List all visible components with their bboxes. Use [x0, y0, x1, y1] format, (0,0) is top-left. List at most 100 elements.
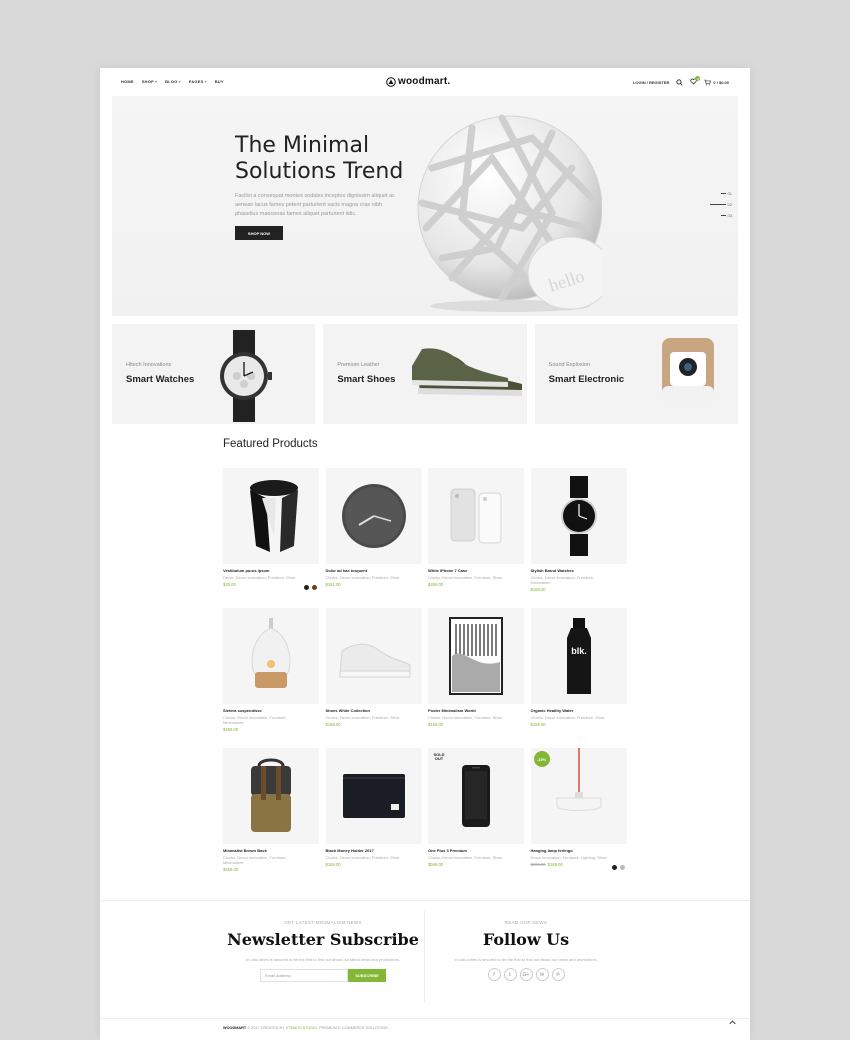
product-image[interactable]: blk.	[530, 608, 627, 704]
product-card[interactable]: Vestibulum purus ipsum Decor, Decor inno…	[223, 468, 319, 608]
newsletter-section: GET LATEST MINIMALISM NEWS Newsletter Su…	[223, 920, 423, 982]
slide-dot-1[interactable]: 01	[720, 191, 732, 196]
cart-icon	[704, 79, 712, 85]
product-categories: Clocks, Decor innovation, Furniture, Sho…	[325, 575, 400, 580]
dot-line	[720, 215, 726, 216]
money-holder-image	[342, 774, 405, 818]
swatch-grey[interactable]	[619, 865, 625, 870]
product-name[interactable]: Black Money Holder 2017	[326, 848, 422, 853]
product-name[interactable]: Poster Minimalism World	[428, 708, 524, 713]
product-card[interactable]: Black Money Holder 2017 Clocks, Decor in…	[325, 748, 422, 888]
bottle-brand-text: blk.	[571, 646, 587, 656]
pinterest-icon[interactable]: ℗	[551, 968, 565, 981]
product-card[interactable]: Minimalist Brown Back Clocks, Decor inno…	[223, 748, 319, 888]
product-card[interactable]: Poster Minimalism World Clocks, Decor in…	[428, 608, 524, 748]
login-register-link[interactable]: LOGIN / REGISTER	[633, 80, 669, 85]
product-name[interactable]: Minimalist Brown Back	[223, 848, 319, 853]
header-actions: LOGIN / REGISTER 0 0 / $0.00	[633, 76, 729, 86]
cart-total: 0 / $0.00	[713, 79, 729, 85]
product-price: $159.00	[530, 587, 546, 592]
product-price: $459.00	[223, 867, 239, 872]
category-card-watches[interactable]: Hitech Innovations Smart Watches	[112, 324, 316, 424]
facebook-icon[interactable]: f	[487, 968, 501, 981]
search-icon[interactable]	[676, 78, 684, 86]
product-name[interactable]: Organic Healthy Water	[531, 708, 627, 713]
glass-lamp-image	[251, 618, 291, 688]
product-price: $169.00	[547, 862, 563, 867]
twitter-icon[interactable]: t	[503, 968, 517, 981]
nav-item-shop[interactable]: SHOP▾	[142, 79, 157, 84]
category-card-shoes[interactable]: Premium Leather Smart Shoes	[323, 324, 527, 424]
product-categories: Clocks, Decor innovation, Furniture, Sho…	[325, 855, 400, 860]
swatch-black[interactable]	[611, 865, 617, 870]
scroll-to-top-button[interactable]	[729, 1020, 736, 1027]
email-field[interactable]: Email Address	[260, 969, 348, 982]
product-name[interactable]: Vestibulum purus ipsum	[223, 568, 319, 573]
water-bottle-image: blk.	[566, 618, 591, 694]
smartphone-image	[462, 765, 490, 827]
product-name[interactable]: White iPhone 7 Case	[428, 568, 524, 573]
follow-pretitle: READ OUR NEWS	[504, 920, 548, 925]
product-card[interactable]: SOLD OUT One Plus 3 Premium Clocks, Deco…	[428, 748, 524, 888]
email-icon[interactable]: ✉	[535, 968, 549, 981]
chevron-down-icon: ▾	[204, 79, 207, 84]
hero-title: The Minimal Solutions Trend	[235, 133, 404, 184]
cart-button[interactable]: 0 / $0.00	[704, 79, 729, 86]
footer-studio-link[interactable]: XTEMOS STUDIO	[286, 1026, 317, 1030]
product-card[interactable]: Stylish Brand Watches Clocks, Decor inno…	[530, 468, 627, 608]
nav-item-buy[interactable]: BUY	[215, 79, 224, 84]
product-name[interactable]: Hanging lamp ferlingo	[531, 848, 627, 853]
product-image[interactable]	[325, 468, 422, 564]
dot-label: 02	[727, 202, 732, 207]
logo[interactable]: woodmart.	[386, 76, 450, 87]
subscribe-button[interactable]: SUBSCRIBE	[348, 969, 386, 982]
product-categories: Clocks, Decor innovation, Furniture, Min…	[530, 575, 595, 585]
newsletter-pretitle: GET LATEST MINIMALISM NEWS	[284, 920, 362, 925]
color-swatches	[304, 585, 317, 590]
product-image[interactable]	[530, 468, 627, 564]
swatch-black[interactable]	[304, 585, 309, 590]
product-card[interactable]: blk. Organic Healthy Water Clocks, Decor…	[530, 608, 627, 748]
category-subtitle: Sound Explosion	[548, 362, 590, 368]
social-links: f t G+ ✉ ℗	[426, 968, 626, 981]
product-card[interactable]: White iPhone 7 Case Clocks, Decor innova…	[428, 468, 524, 608]
product-card[interactable]: -15% Hanging lamp ferlingo Decor innovat…	[530, 748, 627, 888]
white-sneaker-image	[338, 643, 410, 678]
product-name[interactable]: Stylish Brand Watches	[531, 568, 627, 573]
backpack-image	[251, 758, 291, 832]
product-name[interactable]: Shoes White Collection	[326, 708, 422, 713]
swatch-brown[interactable]	[312, 585, 317, 590]
product-image[interactable]	[428, 468, 524, 564]
shop-now-button[interactable]: SHOP NOW	[235, 226, 283, 240]
wishlist-button[interactable]: 0	[690, 76, 701, 86]
product-name[interactable]: Dolor ad hac torquent	[326, 568, 422, 573]
nav-item-blog[interactable]: BLOG▾	[165, 79, 181, 84]
product-name[interactable]: One Plus 3 Premium	[428, 848, 524, 853]
nav-item-pages[interactable]: PAGES▾	[189, 79, 207, 84]
product-card[interactable]: Sletera suspendisse Clocks, Decor innova…	[223, 608, 319, 748]
slide-dot-2[interactable]: 02	[709, 202, 732, 207]
chevron-down-icon: ▾	[178, 79, 181, 84]
product-image[interactable]: -15%	[530, 748, 627, 844]
product-image[interactable]	[325, 748, 422, 844]
product-image[interactable]	[223, 608, 319, 704]
stool-image	[250, 480, 298, 552]
product-card[interactable]: Shoes White Collection Clocks, Decor inn…	[325, 608, 422, 748]
category-card-electronic[interactable]: Sound Explosion Smart Electronic	[534, 324, 738, 424]
nav-label: BUY	[214, 79, 224, 84]
product-image[interactable]	[223, 748, 319, 844]
product-name[interactable]: Sletera suspendisse	[223, 708, 319, 713]
decor-sphere-image: hello	[417, 114, 602, 312]
product-image[interactable]: SOLD OUT	[428, 748, 524, 844]
product-image[interactable]	[325, 608, 422, 704]
product-image[interactable]	[223, 468, 319, 564]
product-categories: Clocks, Decor innovation, Furniture, Min…	[223, 855, 287, 865]
old-price: $200.00	[530, 862, 546, 867]
product-image[interactable]	[428, 608, 524, 704]
dot-label: 03	[727, 213, 732, 218]
product-card[interactable]: Dolor ad hac torquent Clocks, Decor inno…	[325, 468, 422, 608]
slide-dot-3[interactable]: 03	[720, 213, 732, 218]
nav-item-home[interactable]: HOME	[121, 79, 134, 84]
shoes-image	[411, 348, 522, 396]
google-plus-icon[interactable]: G+	[519, 968, 533, 981]
